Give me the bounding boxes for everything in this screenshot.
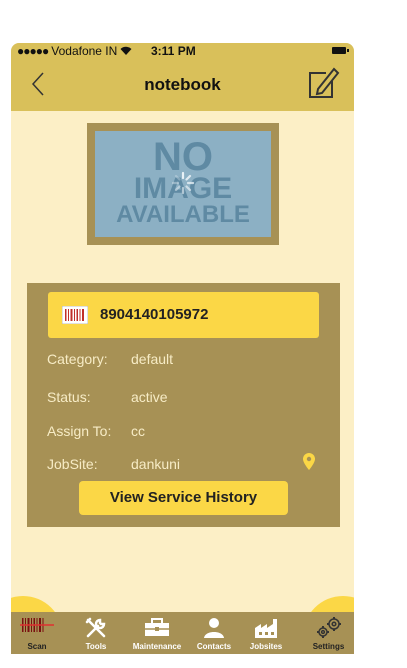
- tab-maintenance-label: Maintenance: [132, 642, 182, 651]
- barcode-scan-icon: [20, 618, 54, 632]
- tools-icon: [85, 617, 106, 638]
- wifi-icon: [120, 44, 132, 58]
- status-time: 3:11 PM: [151, 44, 196, 58]
- loading-spinner-icon: [171, 171, 195, 195]
- assign-to-label: Assign To:: [47, 423, 112, 439]
- barcode-number: 8904140105972: [100, 306, 209, 323]
- placeholder-line-3: AVAILABLE: [116, 201, 250, 228]
- navigation-bar: notebook: [11, 59, 354, 111]
- contacts-icon: [204, 618, 224, 638]
- item-details-card: 8904140105972 Category: default Status: …: [27, 283, 340, 527]
- status-row: Status: active: [47, 389, 168, 405]
- assign-to-value: cc: [131, 423, 145, 439]
- tab-tools[interactable]: Tools: [71, 612, 121, 654]
- tab-scan[interactable]: Scan: [11, 612, 63, 654]
- status-label: Status:: [47, 389, 91, 405]
- view-service-history-button[interactable]: View Service History: [79, 481, 288, 515]
- signal-icon: ●●●●●: [17, 44, 49, 58]
- tab-maintenance[interactable]: Maintenance: [125, 612, 189, 654]
- status-value: active: [131, 389, 168, 405]
- no-image-placeholder: NO IMAGE AVAILABLE: [95, 131, 271, 237]
- tab-settings-label: Settings: [312, 642, 345, 651]
- bottom-tab-bar: Scan Tools Maintenance Contacts Jobsites…: [11, 612, 354, 654]
- edit-icon: [309, 67, 340, 98]
- page-title: notebook: [144, 75, 221, 94]
- tab-tools-label: Tools: [85, 642, 107, 651]
- assign-to-row: Assign To: cc: [47, 423, 145, 439]
- app-screen: ●●●●● Vodafone IN 3:11 PM notebook NO IM…: [11, 43, 354, 654]
- factory-icon: [255, 619, 277, 638]
- toolbox-icon: [145, 618, 169, 636]
- tab-jobsites[interactable]: Jobsites: [243, 612, 289, 654]
- battery-icon: [332, 47, 349, 54]
- category-label: Category:: [47, 351, 108, 367]
- carrier-name: Vodafone IN: [51, 44, 118, 58]
- item-image: NO IMAGE AVAILABLE: [87, 123, 279, 245]
- jobsite-label: JobSite:: [47, 456, 98, 472]
- location-pin-icon[interactable]: [303, 453, 315, 470]
- jobsite-value: dankuni: [131, 456, 181, 472]
- tab-contacts-label: Contacts: [196, 642, 232, 651]
- category-row: Category: default: [47, 351, 173, 367]
- jobsite-row: JobSite: dankuni: [47, 456, 180, 472]
- tab-contacts[interactable]: Contacts: [191, 612, 237, 654]
- tab-scan-label: Scan: [27, 642, 47, 651]
- tab-settings[interactable]: Settings: [303, 612, 354, 654]
- edit-button[interactable]: [304, 65, 340, 101]
- category-value: default: [131, 351, 174, 367]
- tab-jobsites-label: Jobsites: [249, 642, 283, 651]
- barcode-field: 8904140105972: [48, 292, 319, 338]
- placeholder-line-1: NO: [153, 135, 213, 179]
- carrier-info: ●●●●● Vodafone IN: [17, 44, 132, 58]
- status-bar: ●●●●● Vodafone IN 3:11 PM: [11, 43, 354, 59]
- barcode-icon: [62, 306, 88, 324]
- settings-gears-icon: [316, 617, 341, 638]
